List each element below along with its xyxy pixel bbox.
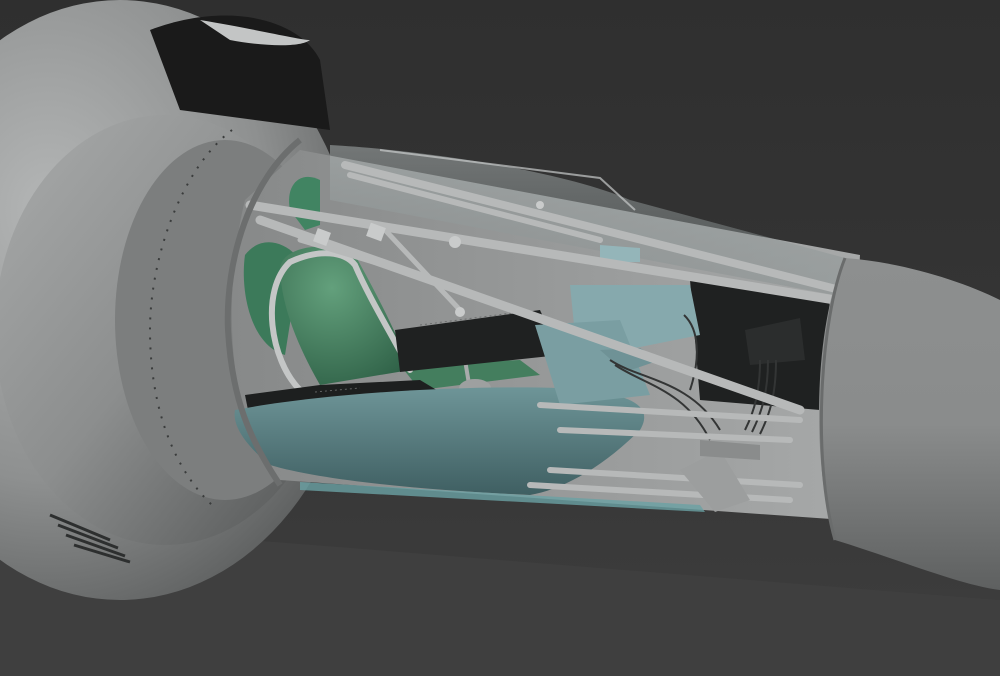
render-viewport [0, 0, 1000, 676]
cockpit-render [0, 0, 1000, 676]
nose-fuselage [818, 257, 1000, 590]
